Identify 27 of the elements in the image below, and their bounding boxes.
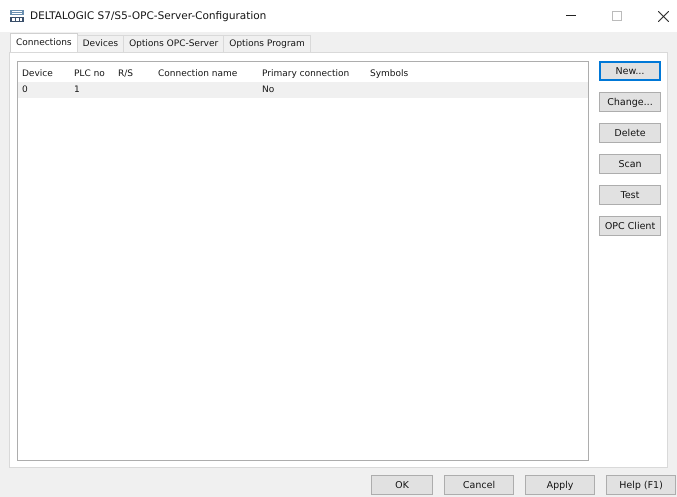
dialog-button[interactable]: Cancel: [444, 475, 514, 495]
close-icon[interactable]: [658, 10, 669, 22]
side-button[interactable]: New...: [599, 61, 661, 81]
dialog-button[interactable]: OK: [371, 475, 433, 495]
side-button[interactable]: Delete: [599, 123, 661, 143]
app-icon: [9, 9, 25, 23]
table-row[interactable]: 0 1 No: [18, 82, 588, 98]
column-header[interactable]: Connection name: [158, 69, 240, 79]
column-header[interactable]: Primary connection: [262, 69, 348, 79]
column-header[interactable]: R/S: [118, 69, 144, 79]
column-header[interactable]: Symbols: [370, 69, 410, 79]
window-title: DELTALOGIC S7/S5-OPC-Server-Configuration: [30, 10, 266, 22]
column-header[interactable]: Device: [22, 69, 62, 79]
tab[interactable]: Options Program: [223, 35, 311, 52]
side-button[interactable]: OPC Client: [599, 216, 661, 236]
tab[interactable]: Connections: [10, 33, 78, 52]
table-cell-text: No: [262, 85, 276, 95]
tab[interactable]: Devices: [76, 35, 124, 52]
side-button[interactable]: Scan: [599, 154, 661, 174]
dialog-button[interactable]: Help (F1): [606, 475, 676, 495]
column-header[interactable]: PLC no: [74, 69, 110, 79]
table-cell-text: 0: [22, 85, 29, 95]
minimize-icon[interactable]: [566, 15, 576, 17]
side-button[interactable]: Change...: [599, 92, 661, 112]
side-button[interactable]: Test: [599, 185, 661, 205]
dialog-button[interactable]: Apply: [525, 475, 595, 495]
table-cell-text: 1: [74, 85, 81, 95]
